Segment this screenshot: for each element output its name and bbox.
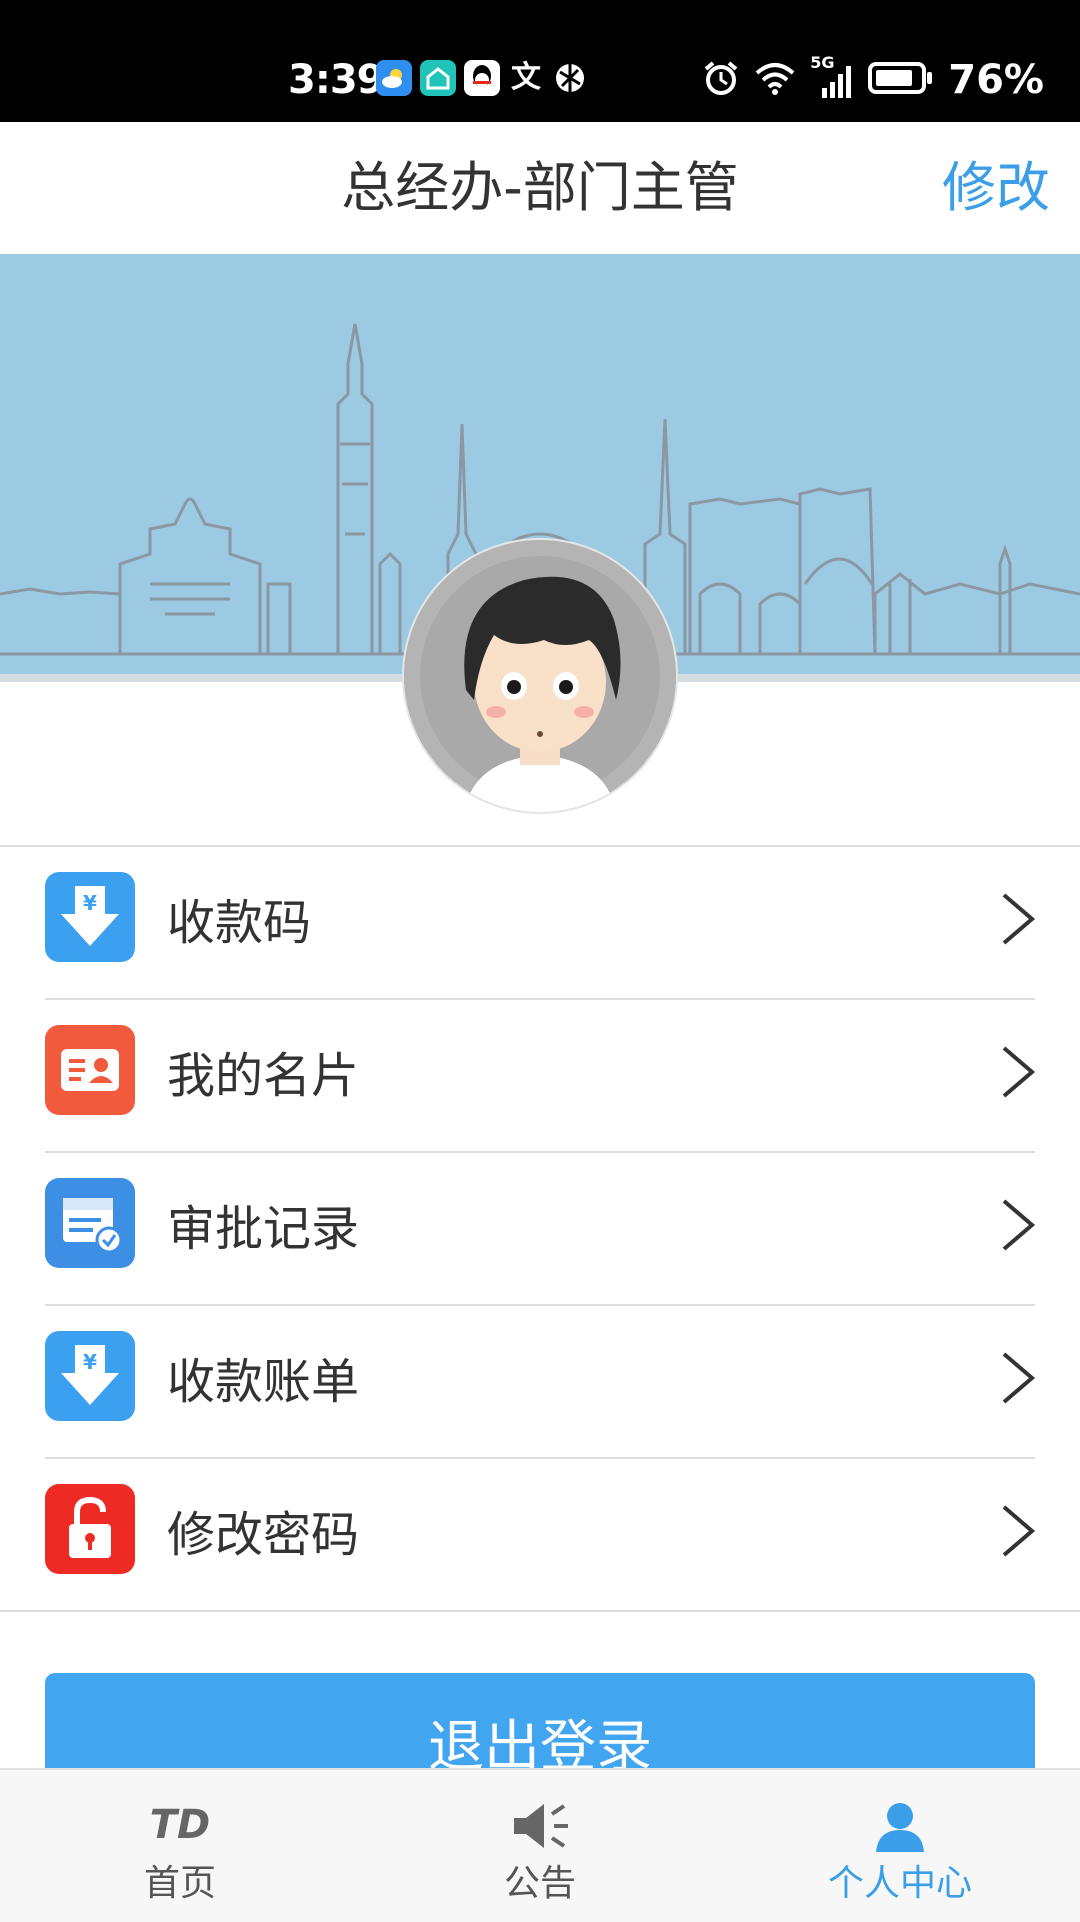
chevron-right-icon — [1002, 1046, 1036, 1098]
menu-item-approval-records[interactable]: 审批记录 — [0, 1153, 1080, 1306]
avatar[interactable] — [404, 540, 676, 812]
status-indicators: 5G 76% — [702, 52, 1044, 108]
menu-item-label: 我的名片 — [167, 1048, 360, 1104]
qq-icon — [464, 60, 500, 96]
browser-icon — [552, 60, 588, 96]
td-logo-icon: TD — [0, 1798, 360, 1858]
chevron-right-icon — [1002, 1352, 1036, 1404]
edit-button[interactable]: 修改 — [942, 122, 1050, 254]
alarm-icon — [702, 59, 740, 101]
megaphone-icon — [360, 1798, 720, 1858]
lock-icon — [45, 1484, 135, 1574]
status-notification-icons: 文 — [376, 60, 588, 96]
menu-list: ¥ 收款码 我的名片 审批记录 ¥ 收款账单 修改密码 — [0, 847, 1080, 1612]
chevron-right-icon — [1002, 1199, 1036, 1251]
business-card-icon — [45, 1025, 135, 1115]
battery-percentage: 76% — [948, 57, 1044, 103]
chevron-right-icon — [1002, 1505, 1036, 1557]
text-input-icon: 文 — [511, 60, 541, 95]
approval-record-icon — [45, 1178, 135, 1268]
menu-item-change-password[interactable]: 修改密码 — [0, 1459, 1080, 1612]
battery-icon — [868, 61, 934, 99]
tab-label: 公告 — [503, 1863, 576, 1904]
menu-item-label: 修改密码 — [167, 1507, 360, 1563]
person-icon — [720, 1798, 1080, 1858]
status-time: 3:39 — [288, 57, 384, 103]
svg-text:TD: TD — [150, 1802, 210, 1848]
svg-text:¥: ¥ — [83, 891, 97, 915]
header: 总经办-部门主管 修改 — [0, 122, 1080, 254]
menu-item-label: 审批记录 — [167, 1201, 360, 1257]
home-app-icon — [420, 60, 456, 96]
cellular-signal-icon: 5G — [810, 54, 854, 100]
menu-item-receive-bill[interactable]: ¥ 收款账单 — [0, 1306, 1080, 1459]
receive-bill-icon: ¥ — [45, 1331, 135, 1421]
bottom-tab-bar: TD 首页 公告 个人中心 — [0, 1768, 1080, 1922]
tab-label: 首页 — [143, 1863, 216, 1904]
chevron-right-icon — [1002, 893, 1036, 945]
status-bar: 3:39 文 5G 76% — [0, 0, 1080, 122]
tab-home[interactable]: TD 首页 — [0, 1770, 360, 1922]
receive-money-icon: ¥ — [45, 872, 135, 962]
menu-item-business-card[interactable]: 我的名片 — [0, 1000, 1080, 1153]
page-title: 总经办-部门主管 — [341, 156, 739, 219]
menu-item-receive-code[interactable]: ¥ 收款码 — [0, 847, 1080, 1000]
tab-announcements[interactable]: 公告 — [360, 1770, 720, 1922]
menu-item-label: 收款码 — [167, 895, 312, 951]
wifi-icon — [754, 61, 796, 99]
tab-personal-center[interactable]: 个人中心 — [720, 1770, 1080, 1922]
menu-item-label: 收款账单 — [167, 1354, 360, 1410]
svg-text:¥: ¥ — [83, 1350, 97, 1374]
tab-label: 个人中心 — [827, 1863, 972, 1904]
weather-icon — [376, 60, 412, 96]
